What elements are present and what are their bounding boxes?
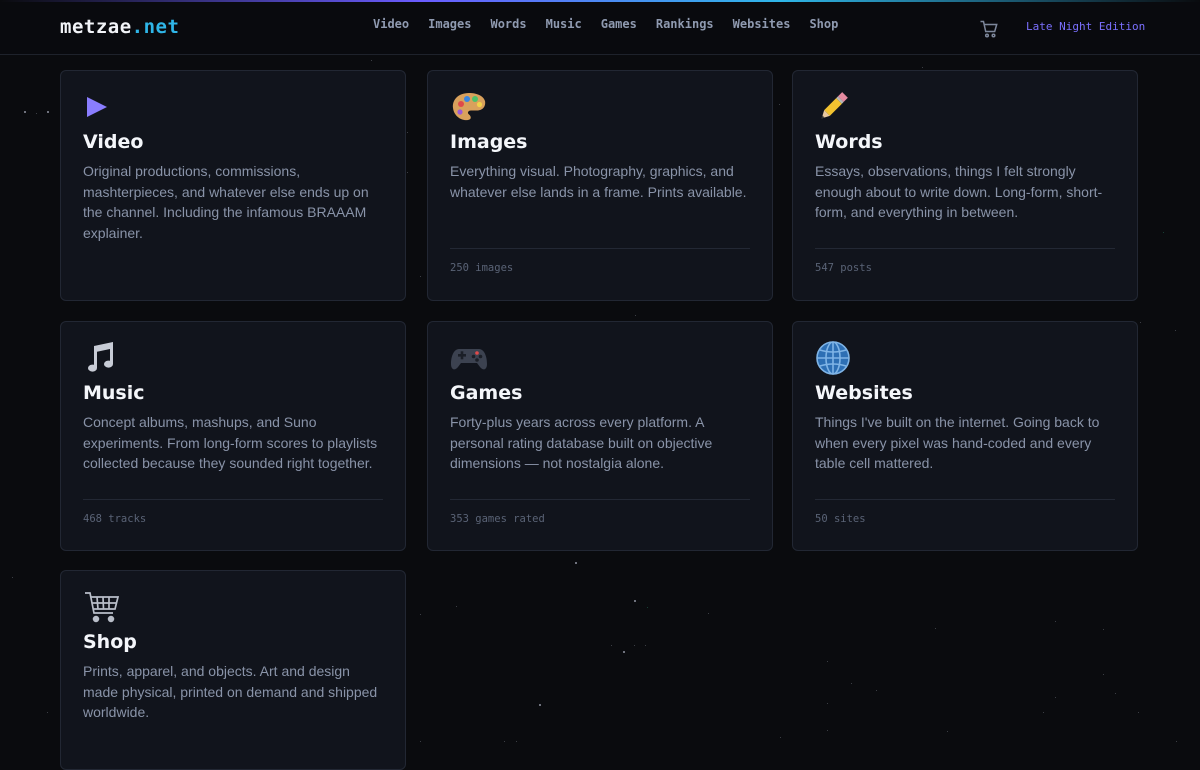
main-nav: Video Images Words Music Games Rankings … bbox=[373, 17, 838, 31]
pencil-icon bbox=[815, 89, 851, 125]
category-card-music[interactable]: Music Concept albums, mashups, and Suno … bbox=[60, 321, 406, 551]
card-count: 50 sites bbox=[815, 513, 866, 525]
card-description: Concept albums, mashups, and Suno experi… bbox=[83, 414, 378, 471]
card-count: 353 games rated bbox=[450, 513, 545, 525]
card-count: 547 posts bbox=[815, 262, 872, 274]
category-card-words[interactable]: Words Essays, observations, things I fel… bbox=[792, 70, 1138, 301]
card-title: Words bbox=[815, 131, 883, 153]
card-description: Things I've built on the internet. Going… bbox=[815, 414, 1100, 471]
card-divider bbox=[450, 248, 750, 249]
card-divider bbox=[815, 248, 1115, 249]
globe-icon bbox=[815, 340, 851, 376]
card-description: Everything visual. Photography, graphics… bbox=[450, 163, 747, 200]
card-title: Video bbox=[83, 131, 144, 153]
nav-websites[interactable]: Websites bbox=[733, 17, 791, 31]
shopping-cart-icon bbox=[83, 589, 121, 625]
card-divider bbox=[815, 499, 1115, 500]
logo-main-text: metzae bbox=[60, 16, 132, 38]
card-count: 468 tracks bbox=[83, 513, 147, 525]
card-divider bbox=[83, 499, 383, 500]
card-description: Essays, observations, things I felt stro… bbox=[815, 163, 1103, 220]
nav-shop[interactable]: Shop bbox=[809, 17, 838, 31]
card-description: Prints, apparel, and objects. Art and de… bbox=[83, 663, 378, 720]
nav-video[interactable]: Video bbox=[373, 17, 409, 31]
cart-icon[interactable] bbox=[979, 19, 999, 39]
nav-rankings[interactable]: Rankings bbox=[656, 17, 714, 31]
category-card-shop[interactable]: Shop Prints, apparel, and objects. Art a… bbox=[60, 570, 406, 770]
nav-images[interactable]: Images bbox=[428, 17, 471, 31]
category-card-games[interactable]: Games Forty-plus years across every plat… bbox=[427, 321, 773, 551]
card-divider bbox=[450, 499, 750, 500]
site-header: metzae.net Video Images Words Music Game… bbox=[0, 2, 1200, 55]
edition-toggle[interactable]: Late Night Edition bbox=[1026, 20, 1145, 33]
site-logo[interactable]: metzae.net bbox=[60, 16, 179, 38]
card-title: Websites bbox=[815, 382, 913, 404]
logo-tld-text: .net bbox=[131, 16, 180, 38]
palette-icon bbox=[450, 89, 488, 125]
card-title: Shop bbox=[83, 631, 137, 653]
card-title: Images bbox=[450, 131, 528, 153]
gamepad-icon bbox=[450, 340, 488, 376]
card-description: Original productions, commissions, masht… bbox=[83, 163, 369, 241]
card-title: Games bbox=[450, 382, 523, 404]
nav-music[interactable]: Music bbox=[546, 17, 582, 31]
nav-games[interactable]: Games bbox=[601, 17, 637, 31]
card-count: 250 images bbox=[450, 262, 514, 274]
category-card-websites[interactable]: Websites Things I've built on the intern… bbox=[792, 321, 1138, 551]
category-card-images[interactable]: Images Everything visual. Photography, g… bbox=[427, 70, 773, 301]
card-title: Music bbox=[83, 382, 145, 404]
category-card-video[interactable]: Video Original productions, commissions,… bbox=[60, 70, 406, 301]
music-note-icon bbox=[83, 340, 117, 376]
nav-words[interactable]: Words bbox=[490, 17, 526, 31]
card-description: Forty-plus years across every platform. … bbox=[450, 414, 713, 471]
play-icon bbox=[83, 89, 113, 125]
